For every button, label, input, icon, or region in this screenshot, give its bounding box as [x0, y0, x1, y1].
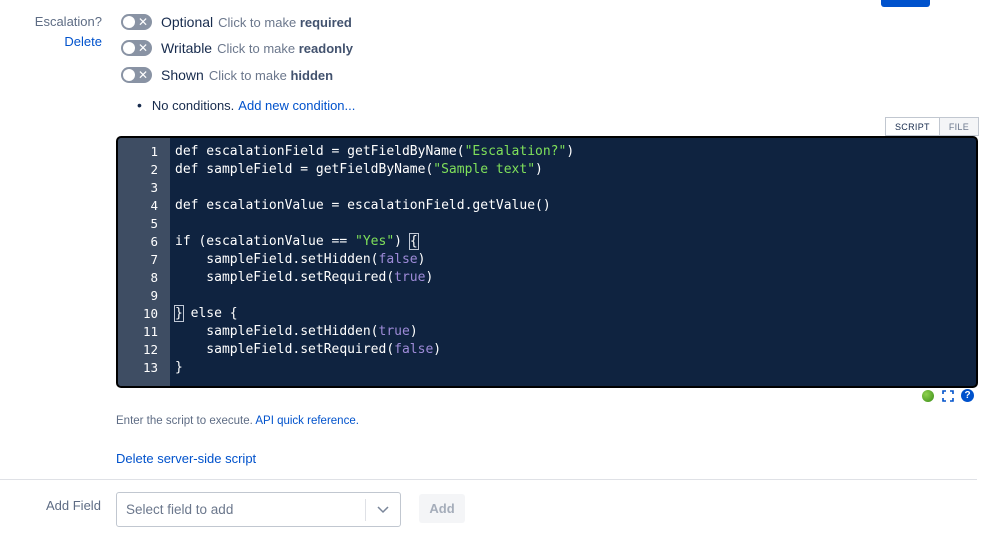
chevron-down-icon[interactable] [366, 503, 400, 517]
line-number: 8 [150, 270, 158, 285]
code-line: if (escalationValue == "Yes") { [175, 233, 419, 250]
code-line: sampleField.setHidden(true) [175, 324, 418, 339]
code-line: def escalationValue = escalationField.ge… [175, 198, 551, 213]
code-line: sampleField.setRequired(true) [175, 270, 434, 285]
api-reference-link[interactable]: API quick reference. [255, 415, 359, 427]
add-condition-link[interactable]: Add new condition... [238, 98, 355, 113]
line-number: 4 [150, 198, 158, 213]
no-conditions-text: No conditions. [151, 97, 235, 113]
line-number: 2 [150, 162, 158, 177]
top-primary-button[interactable] [881, 0, 930, 7]
bullet-icon: • [137, 97, 142, 113]
editor-tabs: SCRIPT FILE [885, 117, 980, 136]
help-icon[interactable]: ? [961, 389, 974, 402]
add-field-label: Add Field [46, 498, 101, 513]
optional-toggle-row: ✕ Optional Click to make required [121, 12, 352, 32]
code-line: } [175, 360, 183, 375]
line-number: 6 [150, 234, 158, 249]
toggle-off-icon: ✕ [137, 15, 148, 29]
matched-bracket: } [174, 305, 184, 322]
line-number: 1 [150, 144, 158, 159]
shown-toggle-row: ✕ Shown Click to make hidden [121, 65, 333, 85]
line-number: 9 [150, 288, 158, 303]
green-status-dot-icon [922, 389, 934, 402]
line-number: 10 [142, 306, 158, 321]
code-line: def escalationField = getFieldByName("Es… [175, 144, 575, 159]
add-field-button[interactable]: Add [419, 494, 465, 523]
line-number: 11 [142, 324, 158, 339]
shown-toggle[interactable]: ✕ [121, 67, 152, 83]
script-help-note: Enter the script to execute. API quick r… [116, 415, 359, 427]
field-name-label: Escalation? [34, 14, 102, 29]
fullscreen-icon[interactable] [942, 389, 954, 402]
optional-toggle[interactable]: ✕ [121, 14, 152, 30]
line-number: 13 [142, 360, 158, 375]
toggle-hint: Click to make hidden [208, 67, 334, 83]
field-select-placeholder: Select field to add [126, 502, 234, 517]
line-number: 12 [142, 342, 158, 357]
code-editor[interactable]: 1 2 3 4 5 6 7 8 9 10 11 12 13 def escala… [116, 136, 978, 388]
divider [0, 479, 977, 480]
toggle-state-label: Optional [161, 14, 214, 30]
toggle-off-icon: ✕ [137, 68, 148, 82]
tab-file[interactable]: FILE [939, 117, 980, 136]
writable-toggle[interactable]: ✕ [121, 40, 152, 56]
delete-field-link[interactable]: Delete [64, 34, 102, 49]
toggle-hint: Click to make readonly [217, 40, 353, 56]
code-line: } else { [174, 305, 238, 322]
code-line: def sampleField = getFieldByName("Sample… [175, 162, 543, 177]
delete-server-script-link[interactable]: Delete server-side script [116, 451, 256, 466]
tab-script[interactable]: SCRIPT [885, 117, 940, 136]
matched-bracket: { [408, 233, 419, 250]
writable-toggle-row: ✕ Writable Click to make readonly [121, 38, 353, 58]
toggle-state-label: Shown [161, 67, 204, 83]
line-number: 7 [150, 252, 158, 267]
line-number: 3 [150, 180, 158, 195]
code-line: sampleField.setHidden(false) [175, 252, 426, 267]
line-number: 5 [150, 216, 158, 231]
field-select[interactable]: Select field to add [116, 492, 401, 527]
conditions-list: • No conditions. Add new condition... [137, 97, 355, 113]
toggle-state-label: Writable [161, 40, 213, 56]
editor-status-bar: ? [922, 389, 974, 402]
code-line: sampleField.setRequired(false) [175, 342, 442, 357]
toggle-off-icon: ✕ [137, 41, 148, 55]
toggle-hint: Click to make required [218, 14, 352, 30]
